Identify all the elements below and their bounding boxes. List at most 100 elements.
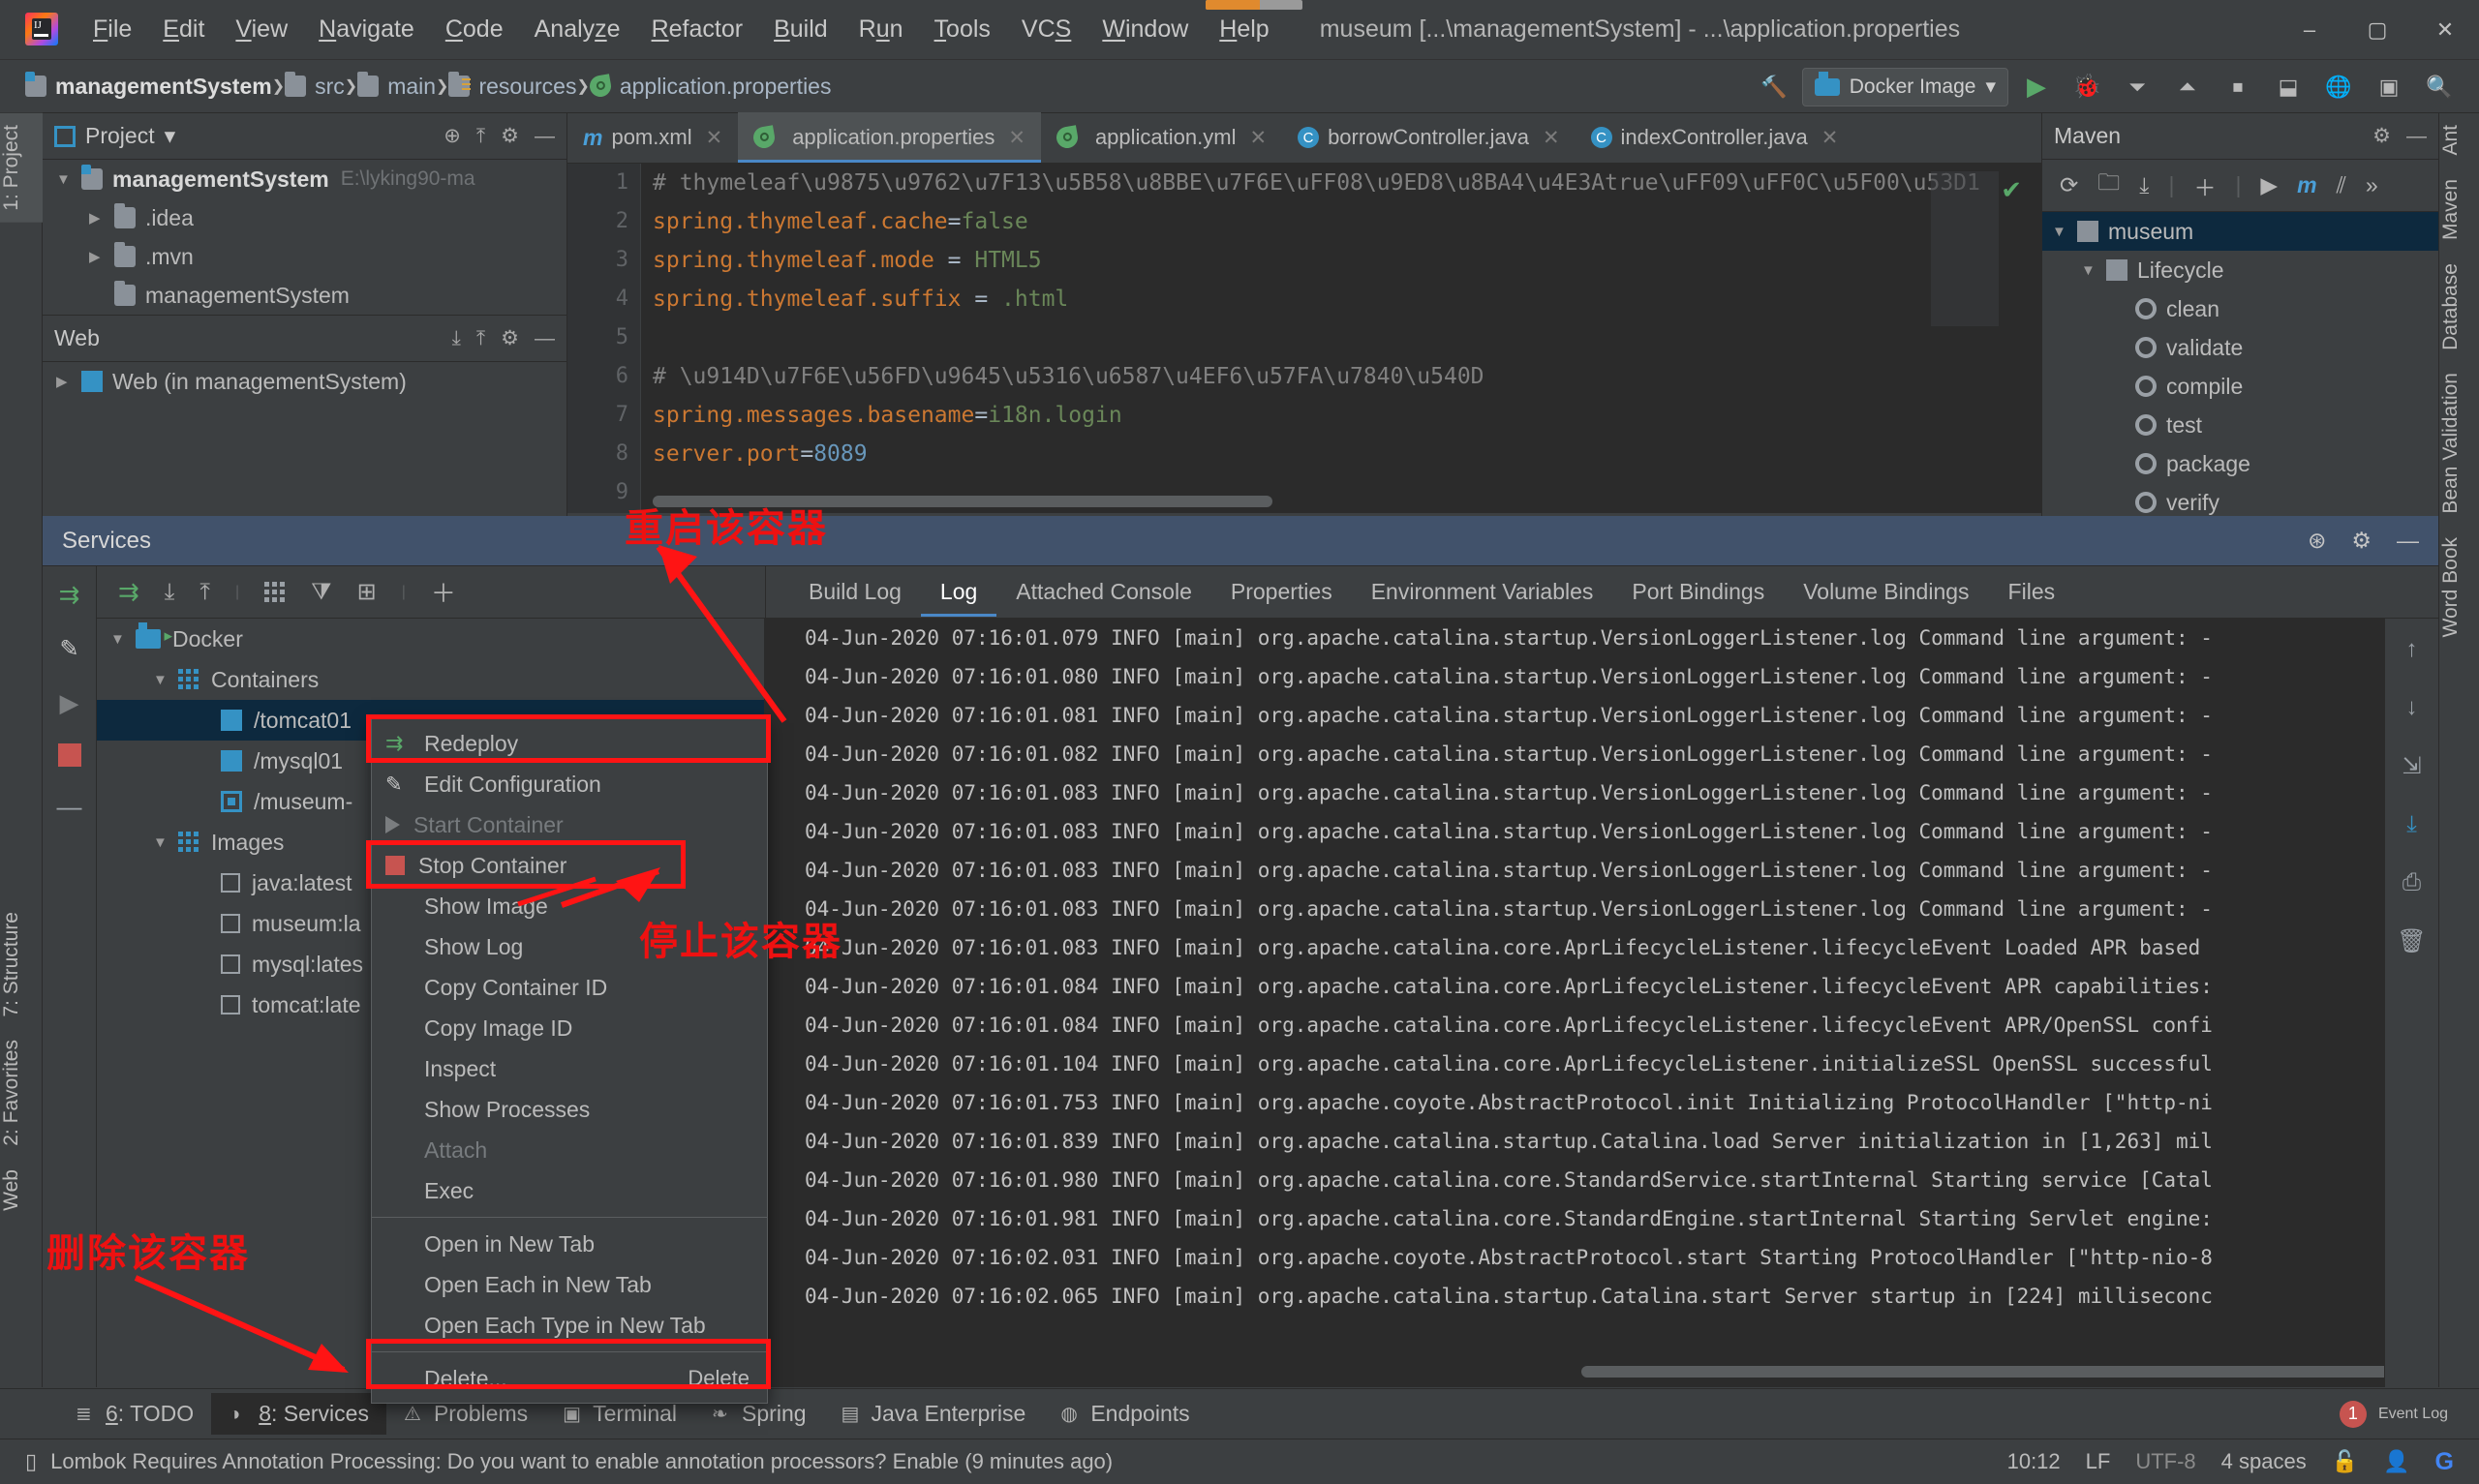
- sidebar-item-favorites[interactable]: 2: Favorites: [0, 1028, 43, 1158]
- context-menu-item-copy-container-id[interactable]: Copy Container ID: [372, 967, 767, 1008]
- context-menu-item-stop-container[interactable]: Stop Container: [372, 845, 767, 886]
- encoding-indicator[interactable]: UTF-8: [2135, 1449, 2195, 1474]
- translate-icon[interactable]: 🌐: [2316, 66, 2361, 108]
- hide-icon[interactable]: —: [535, 327, 555, 350]
- editor-horizontal-scrollbar[interactable]: [653, 496, 1272, 507]
- settings-target-icon[interactable]: ⊛: [2308, 528, 2326, 554]
- context-menu-item-open-each-type-in-new-tab[interactable]: Open Each Type in New Tab: [372, 1305, 767, 1346]
- delete-icon[interactable]: 🗑: [2397, 927, 2426, 955]
- update-app-icon[interactable]: ⬓: [2266, 66, 2311, 108]
- maximize-button[interactable]: ▢: [2343, 0, 2411, 60]
- breadcrumb-item-main[interactable]: main: [357, 72, 436, 100]
- menu-help[interactable]: Help: [1204, 12, 1284, 47]
- web-tree[interactable]: ▶ Web (in managementSystem): [43, 362, 566, 401]
- inspection-ok-icon[interactable]: ✔: [2001, 175, 2022, 205]
- menu-analyze[interactable]: Analyze: [519, 12, 636, 47]
- bottom-tab-8-services[interactable]: ◑ 8: Services: [211, 1393, 386, 1435]
- log-tab-attached-console[interactable]: Attached Console: [996, 567, 1211, 617]
- edit-configuration-icon[interactable]: ✎: [59, 635, 78, 663]
- maven-m-icon[interactable]: m: [2297, 172, 2316, 198]
- event-log-label[interactable]: Event Log: [2378, 1406, 2448, 1423]
- code-line[interactable]: spring.thymeleaf.mode = HTML5: [653, 241, 2041, 280]
- log-tab-volume-bindings[interactable]: Volume Bindings: [1784, 567, 1988, 617]
- hide-icon[interactable]: —: [535, 125, 555, 148]
- twisty-expanded-icon[interactable]: ▼: [153, 834, 178, 851]
- menu-vcs[interactable]: VCS: [1006, 12, 1086, 47]
- close-icon[interactable]: ✕: [1008, 126, 1025, 150]
- context-menu-item-open-each-in-new-tab[interactable]: Open Each in New Tab: [372, 1264, 767, 1305]
- skip-tests-icon[interactable]: ⫽: [2337, 172, 2346, 198]
- sidebar-item-project[interactable]: 1: Project: [0, 113, 43, 223]
- chevron-down-icon[interactable]: ▾: [165, 123, 176, 149]
- gear-icon[interactable]: ⚙: [501, 326, 519, 350]
- maven-tree[interactable]: ▼ museum ▼ Lifecycle clean validate compile tes…: [2042, 212, 2438, 522]
- context-menu-item-open-in-new-tab[interactable]: Open in New Tab: [372, 1224, 767, 1264]
- context-menu-item-show-image[interactable]: Show Image: [372, 886, 767, 926]
- close-icon[interactable]: ✕: [706, 126, 723, 150]
- close-button[interactable]: ✕: [2411, 0, 2479, 60]
- twisty-expanded-icon[interactable]: ▼: [153, 672, 178, 688]
- menu-window[interactable]: Window: [1086, 12, 1204, 47]
- log-tab-log[interactable]: Log: [921, 567, 996, 617]
- right-tool-window-strip[interactable]: Ant Maven Database Bean Validation Word …: [2438, 113, 2479, 1387]
- log-tab-port-bindings[interactable]: Port Bindings: [1612, 567, 1784, 617]
- menu-run[interactable]: Run: [843, 12, 919, 47]
- menu-file[interactable]: File: [77, 12, 147, 47]
- context-menu-item-show-log[interactable]: Show Log: [372, 926, 767, 967]
- editor-tab-bar[interactable]: m pom.xml ✕ application.properties ✕ applicat…: [567, 112, 2041, 164]
- sidebar-item-structure[interactable]: 7: Structure: [0, 900, 43, 1029]
- run-icon[interactable]: ▶: [2260, 172, 2278, 198]
- maven-tree-row[interactable]: ▼ Lifecycle: [2042, 251, 2438, 289]
- hide-icon[interactable]: —: [2406, 125, 2427, 148]
- bottom-tab-java-enterprise[interactable]: ▤ Java Enterprise: [824, 1393, 1044, 1435]
- menu-refactor[interactable]: Refactor: [636, 12, 759, 47]
- bottom-tab-6-todo[interactable]: ≣ 6: TODO: [58, 1393, 211, 1435]
- soft-wrap-icon[interactable]: ⇲: [2402, 752, 2421, 780]
- context-menu-item-delete[interactable]: Delete... Delete: [372, 1358, 767, 1399]
- breadcrumb-item-managementsystem[interactable]: managementSystem: [25, 72, 272, 100]
- editor-minimap[interactable]: [1931, 171, 1999, 326]
- code-line[interactable]: # \u914D\u7F6E\u56FD\u9645\u5316\u6587\u…: [653, 357, 2041, 396]
- remove-icon[interactable]: —: [57, 792, 82, 822]
- plus-icon[interactable]: ＋: [2193, 169, 2216, 202]
- collapse-all-icon[interactable]: ⤒: [476, 125, 485, 148]
- log-tab-files[interactable]: Files: [1989, 567, 2075, 617]
- context-menu-item-copy-image-id[interactable]: Copy Image ID: [372, 1008, 767, 1048]
- run-configuration-selector[interactable]: Docker Image ▾: [1801, 67, 2008, 106]
- maven-tree-row[interactable]: package: [2042, 444, 2438, 483]
- log-tab-properties[interactable]: Properties: [1211, 567, 1352, 617]
- main-menu[interactable]: File Edit View Navigate Code Analyze Refactor B…: [77, 0, 1285, 59]
- editor-code-area[interactable]: # thymeleaf\u9875\u9762\u7F13\u5B58\u8BB…: [653, 164, 2041, 512]
- sidebar-item-ant[interactable]: Ant: [2439, 113, 2479, 167]
- context-menu-item-edit-configuration[interactable]: ✎ Edit Configuration: [372, 764, 767, 804]
- filter-icon[interactable]: ⧩: [311, 579, 331, 606]
- redeploy-icon[interactable]: ⇉: [59, 580, 80, 610]
- gear-icon[interactable]: ⚙: [501, 124, 519, 148]
- services-tree-toolbar[interactable]: ⇉ ⤓ ⤒ | ⧩ ⊞ | ＋: [97, 566, 765, 619]
- add-maven-project-icon[interactable]: 🗀: [2097, 167, 2120, 204]
- twisty-collapsed-icon[interactable]: ▶: [89, 209, 114, 227]
- maven-tree-row[interactable]: ▼ museum: [2042, 212, 2438, 251]
- line-separator-indicator[interactable]: LF: [2086, 1449, 2111, 1474]
- code-line[interactable]: [653, 318, 2041, 357]
- twisty-collapsed-icon[interactable]: ▶: [56, 373, 81, 390]
- gear-icon[interactable]: ⚙: [2351, 528, 2372, 554]
- download-sources-icon[interactable]: ⤓: [2139, 172, 2149, 198]
- editor-tab-indexcontroller-java[interactable]: CindexController.java ✕: [1576, 112, 1854, 163]
- editor-tab-application-yml[interactable]: application.yml ✕: [1041, 112, 1282, 163]
- log-tab-bar[interactable]: Build Log Log Attached Console Properties En…: [765, 566, 2438, 619]
- sidebar-item-word-book[interactable]: Word Book: [2439, 526, 2479, 650]
- group-by-icon[interactable]: [264, 581, 287, 603]
- search-icon[interactable]: 🔍: [2417, 66, 2462, 108]
- code-editor[interactable]: 1 2 3 4 5 6 7 8 9 # thymeleaf\u9875\u9762\u7F13\…: [567, 164, 2041, 513]
- sidebar-item-maven[interactable]: Maven: [2439, 167, 2479, 252]
- collapse-all-icon[interactable]: ⤒: [199, 579, 210, 606]
- maven-tree-row[interactable]: clean: [2042, 289, 2438, 328]
- run-icon[interactable]: ▶: [2014, 66, 2059, 108]
- twisty-expanded-icon[interactable]: ▼: [110, 631, 136, 648]
- unlocked-icon[interactable]: 🔓: [2332, 1449, 2358, 1474]
- code-line[interactable]: spring.messages.basename=i18n.login: [653, 396, 2041, 435]
- minimize-button[interactable]: –: [2276, 0, 2343, 60]
- maven-tree-row[interactable]: compile: [2042, 367, 2438, 406]
- google-icon[interactable]: G: [2435, 1448, 2454, 1476]
